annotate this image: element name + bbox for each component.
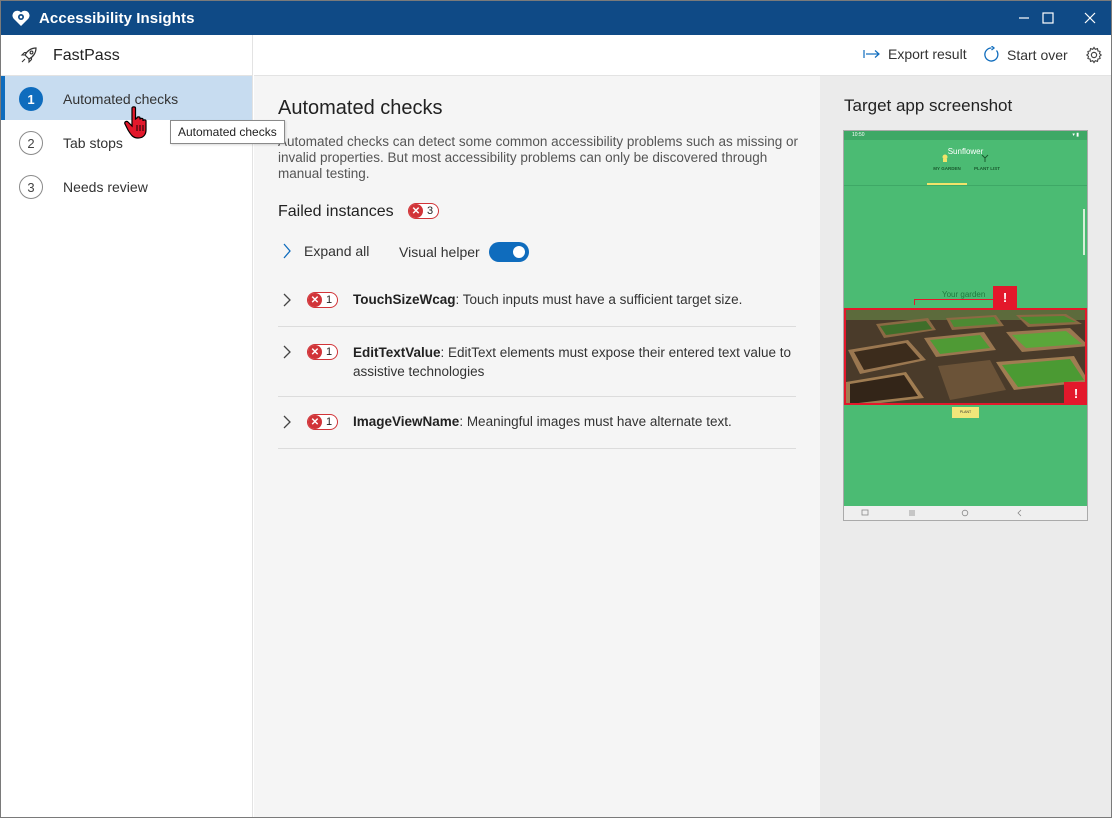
phone-status-bar: 10:50 ▾ ▮ bbox=[844, 131, 1087, 140]
phone-tab-my-garden: MY GARDEN bbox=[933, 166, 961, 171]
rule-count: 1 bbox=[326, 346, 333, 358]
phone-nav-bar bbox=[844, 506, 1087, 520]
screenshot-panel: Target app screenshot 10:50 ▾ ▮ Sunflowe… bbox=[820, 76, 1111, 817]
step-number: 2 bbox=[19, 131, 43, 155]
step-number: 3 bbox=[19, 175, 43, 199]
rule-count-badge: ✕ 1 bbox=[307, 292, 339, 308]
garden-tab-icon bbox=[942, 154, 948, 162]
left-nav: FastPass 1 Automated checks 2 Tab stops … bbox=[1, 35, 253, 817]
visual-helper-control: Visual helper bbox=[399, 242, 529, 262]
settings-button[interactable] bbox=[1085, 46, 1103, 64]
maximize-button[interactable] bbox=[1025, 1, 1071, 35]
warning-glyph: ! bbox=[1073, 386, 1079, 401]
screenshot-panel-title: Target app screenshot bbox=[844, 96, 1013, 115]
export-arrow-icon bbox=[863, 50, 880, 58]
step-number: 1 bbox=[19, 87, 43, 111]
rule-text: ImageViewName: Meaningful images must ha… bbox=[353, 412, 793, 431]
error-x-icon: ✕ bbox=[308, 415, 322, 429]
phone-tab-plant-list: PLANT LIST bbox=[974, 166, 1000, 171]
garden-image-highlighted bbox=[844, 308, 1087, 405]
close-icon bbox=[1084, 12, 1096, 24]
rule-description: : Meaningful images must have alternate … bbox=[459, 414, 732, 429]
phone-garden-label: Your garden bbox=[942, 290, 986, 299]
nav-item-label: Tab stops bbox=[63, 135, 123, 151]
window-title: Accessibility Insights bbox=[39, 10, 195, 27]
toggle-knob bbox=[512, 246, 525, 258]
nav-item-label: Needs review bbox=[63, 179, 148, 195]
rule-name: ImageViewName bbox=[353, 414, 460, 429]
export-result-label: Export result bbox=[888, 46, 967, 62]
plant-list-tab-icon bbox=[981, 154, 989, 162]
chevron-right-icon bbox=[283, 415, 291, 429]
maximize-icon bbox=[1042, 12, 1054, 24]
rule-count-badge: ✕ 1 bbox=[307, 344, 339, 360]
gear-icon bbox=[1085, 46, 1103, 64]
refresh-icon bbox=[984, 46, 999, 62]
phone-status-icons: ▾ ▮ bbox=[1072, 132, 1079, 138]
rule-row-edittextvalue[interactable]: ✕ 1 EditTextValue: EditText elements mus… bbox=[278, 327, 796, 397]
visual-helper-toggle[interactable] bbox=[488, 242, 529, 262]
start-over-button[interactable]: Start over bbox=[983, 46, 1068, 63]
rule-count: 1 bbox=[326, 294, 333, 306]
error-x-icon: ✕ bbox=[308, 293, 322, 307]
failed-count-badge: ✕ 3 bbox=[408, 203, 440, 219]
app-window: Accessibility Insights FastPass 1 Automa… bbox=[0, 0, 1112, 818]
chevron-right-icon bbox=[283, 293, 291, 307]
expand-all-label: Expand all bbox=[304, 243, 370, 259]
warning-marker: ! bbox=[993, 286, 1017, 309]
fastpass-title: FastPass bbox=[53, 47, 120, 64]
expand-all-button[interactable]: Expand all bbox=[282, 243, 369, 259]
page-description: Automated checks can detect some common … bbox=[278, 134, 798, 181]
rule-text: EditTextValue: EditText elements must ex… bbox=[353, 343, 793, 381]
start-over-label: Start over bbox=[1007, 46, 1068, 63]
phone-header-divider bbox=[844, 185, 1087, 186]
error-x-icon: ✕ bbox=[308, 345, 322, 359]
nav-item-needs-review[interactable]: 3 Needs review bbox=[1, 164, 252, 208]
rule-row-touchsizewcag[interactable]: ✕ 1 TouchSizeWcag: Touch inputs must hav… bbox=[278, 283, 796, 327]
failed-instances-heading: Failed instances bbox=[278, 203, 394, 220]
rule-name: EditTextValue bbox=[353, 345, 441, 360]
warning-glyph: ! bbox=[1002, 290, 1008, 305]
error-x-icon: ✕ bbox=[409, 204, 423, 218]
nav-item-label: Automated checks bbox=[63, 91, 179, 107]
title-bar: Accessibility Insights bbox=[1, 1, 1111, 35]
target-app-screenshot: 10:50 ▾ ▮ Sunflower MY GARDEN PLANT LIST… bbox=[843, 130, 1088, 521]
phone-app-title: Sunflower bbox=[947, 147, 984, 156]
chevron-right-icon bbox=[283, 243, 291, 259]
accessibility-insights-logo-icon bbox=[11, 9, 31, 27]
rocket-icon bbox=[19, 45, 39, 70]
warning-marker: ! bbox=[1064, 382, 1087, 405]
phone-status-time: 10:50 bbox=[852, 132, 865, 138]
rule-count-badge: ✕ 1 bbox=[307, 414, 339, 430]
phone-scrollbar bbox=[1083, 209, 1085, 255]
garden-photo-image bbox=[846, 310, 1085, 403]
main-content: Automated checks Automated checks can de… bbox=[254, 76, 820, 817]
rule-row-imageviewname[interactable]: ✕ 1 ImageViewName: Meaningful images mus… bbox=[278, 397, 796, 449]
hand-cursor-icon bbox=[123, 105, 155, 146]
chevron-right-icon bbox=[283, 345, 291, 359]
phone-nav-buttons-icon bbox=[861, 509, 1022, 517]
phone-plant-button: PLANT bbox=[952, 407, 979, 418]
tooltip: Automated checks bbox=[170, 120, 285, 144]
page-title: Automated checks bbox=[278, 97, 443, 119]
visual-helper-label: Visual helper bbox=[399, 244, 480, 260]
rule-name: TouchSizeWcag bbox=[353, 292, 456, 307]
rule-count: 1 bbox=[326, 416, 333, 428]
highlight-box-garden-label bbox=[914, 299, 1000, 305]
command-bar: Export result Start over bbox=[254, 35, 1111, 76]
sidebar-header: FastPass bbox=[1, 35, 252, 76]
rule-description: : Touch inputs must have a sufficient ta… bbox=[455, 292, 743, 307]
failed-count: 3 bbox=[427, 205, 434, 217]
export-result-button[interactable]: Export result bbox=[863, 46, 967, 62]
close-window-button[interactable] bbox=[1067, 1, 1111, 35]
rule-text: TouchSizeWcag: Touch inputs must have a … bbox=[353, 290, 793, 309]
